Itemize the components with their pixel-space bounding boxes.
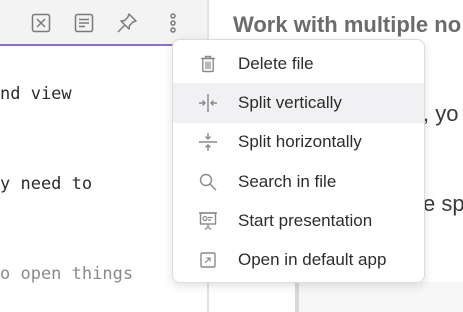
menu-item-label: Split vertically (238, 92, 342, 112)
note-title: Work with multiple no (233, 12, 462, 37)
menu-item-start-presentation[interactable]: Start presentation (173, 201, 424, 240)
reading-view-icon[interactable] (73, 12, 95, 34)
pin-icon[interactable] (116, 12, 138, 34)
menu-item-label: Start presentation (238, 210, 373, 230)
preview-text: , yo (423, 101, 459, 126)
editor-line[interactable]: nd view (0, 84, 72, 104)
editor-line[interactable]: o open things (0, 264, 133, 284)
trash-icon (197, 53, 219, 75)
menu-item-search-in-file[interactable]: Search in file (173, 162, 424, 201)
menu-item-label: Split horizontally (238, 132, 362, 152)
more-options-icon[interactable] (162, 12, 184, 34)
close-square-icon[interactable] (30, 12, 52, 34)
menu-item-delete-file[interactable]: Delete file (173, 44, 424, 83)
menu-item-label: Open in default app (238, 250, 387, 270)
preview-text: e sp (423, 191, 463, 216)
menu-item-split-horizontally[interactable]: Split horizontally (173, 123, 424, 162)
menu-item-open-in-default-app[interactable]: Open in default app (173, 240, 424, 279)
presentation-icon (197, 210, 219, 232)
menu-item-label: Delete file (238, 53, 314, 73)
split-horizontal-icon (197, 131, 219, 153)
editor-line[interactable]: y need to (0, 174, 92, 194)
menu-item-split-vertically[interactable]: Split vertically (173, 83, 424, 123)
open-external-icon (197, 249, 219, 271)
search-icon (197, 171, 219, 193)
preview-block (299, 282, 463, 312)
menu-item-label: Search in file (238, 171, 337, 191)
split-vertical-icon (197, 92, 219, 114)
pane-options-menu: Delete file Split vertically Split horiz… (172, 39, 425, 283)
